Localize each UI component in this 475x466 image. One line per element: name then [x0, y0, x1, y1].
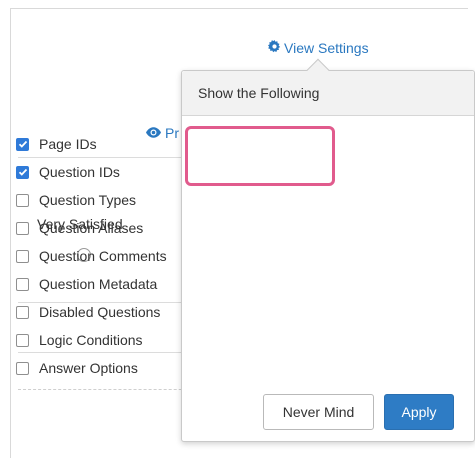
question-comments-checkbox[interactable]: [16, 249, 29, 263]
logic-conditions-checkbox[interactable]: [16, 333, 29, 347]
option-label: Logic Conditions: [39, 332, 143, 348]
option-logic-conditions[interactable]: Logic Conditions: [16, 329, 143, 351]
option-label: Disabled Questions: [39, 304, 161, 320]
preview-link[interactable]: Pr: [146, 125, 179, 141]
view-settings-popover: Show the Following: [181, 70, 475, 442]
checkmark-icon: [18, 140, 27, 148]
view-settings-link[interactable]: View Settings: [268, 40, 369, 56]
option-label: Answer Options: [39, 360, 138, 376]
disabled-questions-checkbox[interactable]: [16, 305, 29, 319]
option-question-types[interactable]: Question Types: [16, 189, 136, 211]
page-ids-checkbox[interactable]: [16, 137, 29, 151]
option-label: Page IDs: [39, 136, 97, 152]
option-answer-options[interactable]: Answer Options: [16, 357, 138, 379]
eye-icon: [146, 125, 161, 141]
option-label: Question Types: [39, 192, 137, 208]
answer-options-checkbox[interactable]: [16, 361, 29, 375]
question-ids-checkbox[interactable]: [16, 165, 29, 179]
option-label: Question IDs: [39, 164, 120, 180]
apply-button[interactable]: Apply: [384, 394, 454, 430]
screen: View Settings Pr Very Satisfied Show the…: [0, 0, 475, 466]
option-label: Question Comments: [39, 248, 167, 264]
checkmark-icon: [18, 168, 27, 176]
question-metadata-checkbox[interactable]: [16, 277, 29, 291]
option-question-ids[interactable]: Question IDs: [16, 161, 120, 183]
option-question-aliases[interactable]: Question Aliases: [16, 217, 143, 239]
option-page-ids[interactable]: Page IDs: [16, 133, 97, 155]
view-settings-label: View Settings: [284, 40, 369, 56]
question-aliases-checkbox[interactable]: [16, 221, 29, 235]
question-types-checkbox[interactable]: [16, 193, 29, 207]
option-question-comments[interactable]: Question Comments: [16, 245, 167, 267]
popover-title: Show the Following: [182, 71, 474, 116]
option-disabled-questions[interactable]: Disabled Questions: [16, 301, 160, 323]
never-mind-button[interactable]: Never Mind: [263, 394, 374, 430]
option-label: Question Aliases: [39, 220, 144, 236]
option-label: Question Metadata: [39, 276, 158, 292]
gear-icon: [268, 40, 281, 56]
option-question-metadata[interactable]: Question Metadata: [16, 273, 157, 295]
preview-label: Pr: [165, 125, 179, 141]
